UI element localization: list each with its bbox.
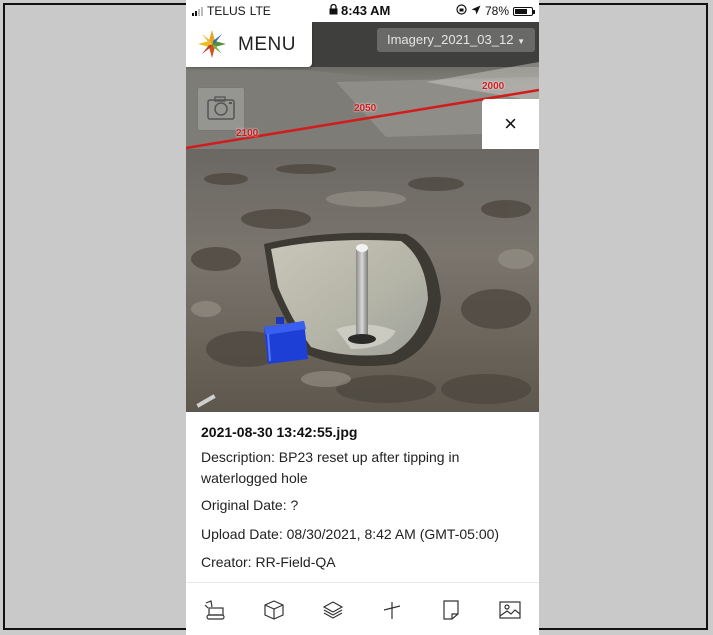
menu-button[interactable]: MENU — [186, 22, 312, 67]
image-icon — [498, 600, 521, 619]
compass-logo-icon — [198, 30, 226, 58]
close-button[interactable]: × — [482, 99, 539, 149]
image-tool-button[interactable] — [495, 595, 525, 625]
note-icon — [443, 599, 459, 620]
bottom-toolbar — [186, 582, 539, 635]
location-icon — [471, 4, 481, 18]
photo-description: Description: BP23 reset up after tipping… — [201, 449, 460, 486]
contour-label-2100: 2100 — [236, 128, 259, 139]
battery-icon — [513, 6, 535, 16]
measure-icon — [383, 601, 401, 619]
chevron-down-icon: ▼ — [517, 37, 526, 46]
3d-view-tool-button[interactable] — [259, 595, 289, 625]
camera-icon — [207, 96, 235, 120]
photo-upload-date: Upload Date: 08/30/2021, 8:42 AM (GMT-05… — [201, 526, 500, 542]
close-icon: × — [504, 111, 517, 136]
field-photo — [186, 149, 539, 412]
network-label: LTE — [249, 4, 271, 18]
photo-details: 2021-08-30 13:42:55.jpg Description: BP2… — [186, 412, 539, 582]
status-time: 8:43 AM — [329, 3, 390, 18]
phone-screen: TELUS LTE 8:43 AM 78% MENU Imagery_2021_… — [186, 0, 539, 635]
status-left: TELUS LTE — [192, 4, 271, 18]
status-right: 78% — [456, 4, 535, 18]
contour-label-2000: 2000 — [482, 81, 505, 92]
orientation-lock-icon — [456, 4, 467, 18]
carrier-label: TELUS — [207, 4, 246, 18]
camera-button[interactable] — [197, 87, 245, 131]
note-tool-button[interactable] — [436, 595, 466, 625]
excavator-icon — [204, 599, 226, 620]
signal-icon — [192, 6, 203, 16]
contour-label-2050: 2050 — [354, 103, 377, 114]
imagery-select-value: Imagery_2021_03_12 — [386, 32, 514, 47]
battery-percent: 78% — [484, 4, 509, 18]
photo-filename: 2021-08-30 13:42:55.jpg — [201, 424, 358, 440]
measure-tool-button[interactable] — [377, 595, 407, 625]
layers-tool-button[interactable] — [318, 595, 348, 625]
photo-creator: Creator: RR-Field-QA — [201, 554, 336, 570]
cube-icon — [264, 599, 284, 620]
photo-original-date: Original Date: ? — [201, 497, 299, 513]
lock-icon — [329, 3, 338, 18]
menu-label: MENU — [238, 34, 296, 55]
excavator-tool-button[interactable] — [200, 595, 230, 625]
imagery-dropdown[interactable]: Imagery_2021_03_12 ▼ — [377, 28, 535, 52]
time-label: 8:43 AM — [341, 3, 391, 18]
map-view[interactable]: MENU Imagery_2021_03_12 ▼ 2100 2050 2000… — [186, 22, 539, 149]
status-bar: TELUS LTE 8:43 AM 78% — [186, 0, 539, 22]
layers-icon — [322, 600, 344, 619]
